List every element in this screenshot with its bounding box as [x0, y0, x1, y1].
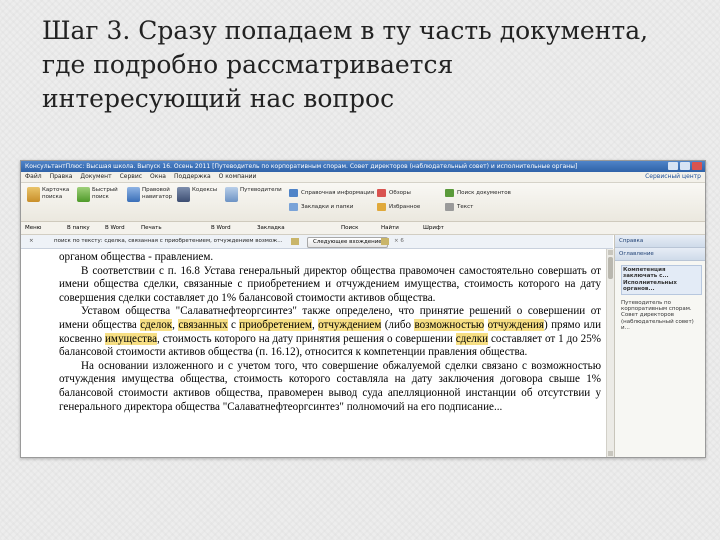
- search-card-icon: [27, 187, 40, 202]
- search-highlight: сделок: [140, 318, 173, 331]
- reference-info-label: Справочная информация: [301, 190, 375, 196]
- docbar-print-button[interactable]: Печать: [141, 222, 162, 234]
- text-run: органом общества - правлением.: [59, 251, 214, 263]
- quick-search-icon: [77, 187, 90, 202]
- menu-about[interactable]: О компании: [219, 172, 257, 182]
- search-highlight: сделки: [455, 332, 489, 345]
- document-paragraph: органом общества - правлением.: [59, 251, 601, 265]
- document-search-button[interactable]: Поиск документов: [445, 188, 511, 198]
- search-highlight: возможностью: [414, 318, 485, 331]
- window-title: КонсультантПлюс: Высшая школа. Выпуск 16…: [25, 163, 578, 170]
- docbar-export-button[interactable]: В Word: [211, 222, 231, 234]
- text-icon: [445, 203, 454, 211]
- guide-icon: [225, 187, 238, 202]
- right-panel: Справка Оглавление Компетенция заключать…: [614, 235, 705, 457]
- search-card-button[interactable]: Карточка поиска: [27, 187, 72, 202]
- text-label: Текст: [457, 204, 474, 210]
- legal-navigator-button[interactable]: Правовой навигатор: [127, 187, 172, 202]
- search-highlight: имущества: [105, 332, 158, 345]
- dictionary-label: Закладки и папки: [301, 204, 354, 210]
- search-icon: [445, 189, 454, 197]
- contents-list: Компетенция заключать с... Исполнительны…: [615, 261, 705, 332]
- text-run: В соответствии с п. 16.8 Устава генераль…: [59, 264, 601, 304]
- text-search-bar: × поиск по тексту: сделка, связанная с п…: [21, 235, 613, 249]
- codes-label: Кодексы: [192, 187, 218, 193]
- text-run: На основании изложенного и с учетом того…: [59, 359, 601, 413]
- quick-search-button[interactable]: Быстрый поиск: [77, 187, 122, 202]
- scroll-down-icon[interactable]: [608, 451, 613, 456]
- menu-document[interactable]: Документ: [80, 172, 111, 182]
- document-search-label: Поиск документов: [457, 190, 511, 196]
- favorites-button[interactable]: Избранное: [377, 202, 420, 212]
- reviews-button[interactable]: Обзоры: [377, 188, 411, 198]
- favorites-label: Избранное: [389, 204, 421, 210]
- book-icon: [177, 187, 190, 202]
- document-paragraph: Уставом общества "Салаватнефтеоргсинтез"…: [59, 305, 601, 359]
- text-run: , стоимость которого на дату принятия ре…: [157, 332, 456, 345]
- dictionary-button[interactable]: Закладки и папки: [289, 202, 353, 212]
- document-text[interactable]: органом общества - правлением. В соответс…: [21, 249, 605, 457]
- guides-button[interactable]: Путеводители: [225, 187, 285, 202]
- dictionary-icon: [289, 203, 298, 211]
- search-highlight: отчуждением: [318, 318, 382, 331]
- reference-info-button[interactable]: Справочная информация: [289, 188, 374, 198]
- menu-support[interactable]: Поддержка: [174, 172, 211, 182]
- scroll-thumb[interactable]: [608, 257, 613, 279]
- next-match-icon[interactable]: [381, 238, 389, 245]
- contents-entry[interactable]: Компетенция заключать с... Исполнительны…: [621, 265, 702, 295]
- document-paragraph: В соответствии с п. 16.8 Устава генераль…: [59, 265, 601, 306]
- close-search-button[interactable]: ×: [29, 235, 34, 248]
- window-titlebar: КонсультантПлюс: Высшая школа. Выпуск 16…: [21, 161, 705, 172]
- menu-bar: Файл Правка Документ Сервис Окна Поддерж…: [21, 172, 705, 183]
- tab-reference[interactable]: Справка: [615, 235, 705, 248]
- guides-label: Путеводители: [240, 187, 282, 193]
- slide-title: Шаг 3. Сразу попадаем в ту часть докумен…: [42, 16, 649, 113]
- maximize-icon[interactable]: [680, 162, 690, 170]
- search-card-label: Карточка поиска: [42, 187, 70, 200]
- search-highlight: отчуждения: [487, 318, 545, 331]
- info-icon: [289, 189, 298, 197]
- docbar-font-button[interactable]: Шрифт: [423, 222, 444, 234]
- document-scrollbar[interactable]: [606, 249, 614, 457]
- tab-contents[interactable]: Оглавление: [615, 248, 705, 261]
- document-toolbar: Меню В папку В Word Печать В Word Заклад…: [21, 222, 705, 235]
- window-controls: [668, 162, 702, 170]
- next-occurrence-button[interactable]: Следующее вхождение: [307, 237, 388, 248]
- main-toolbar: Карточка поиска Быстрый поиск Правовой н…: [21, 183, 705, 222]
- docbar-search-button[interactable]: Поиск: [341, 222, 358, 234]
- search-query[interactable]: поиск по тексту: сделка, связанная с при…: [54, 235, 299, 248]
- text-button[interactable]: Текст: [445, 202, 473, 212]
- docbar-word-button[interactable]: В Word: [105, 222, 125, 234]
- app-screenshot: КонсультантПлюс: Высшая школа. Выпуск 16…: [20, 160, 706, 458]
- reviews-icon: [377, 189, 386, 197]
- contents-entry[interactable]: Путеводитель по корпоративным спорам. Со…: [621, 300, 702, 332]
- docbar-folder-button[interactable]: В папку: [67, 222, 90, 234]
- menu-windows[interactable]: Окна: [150, 172, 166, 182]
- docbar-find-button[interactable]: Найти: [381, 222, 399, 234]
- text-run: с: [227, 318, 240, 331]
- menu-service[interactable]: Сервис: [120, 172, 142, 182]
- menu-edit[interactable]: Правка: [50, 172, 73, 182]
- match-count: × 6: [394, 238, 404, 244]
- menu-file[interactable]: Файл: [25, 172, 42, 182]
- text-run: (либо: [381, 318, 415, 331]
- close-icon[interactable]: [692, 162, 702, 170]
- previous-match-icon[interactable]: [291, 238, 299, 245]
- scroll-up-icon[interactable]: [608, 250, 613, 255]
- service-center-link[interactable]: Сервисный центр: [645, 172, 701, 182]
- quick-search-label: Быстрый поиск: [92, 187, 118, 200]
- star-icon: [377, 203, 386, 211]
- search-highlight: связанных: [178, 318, 228, 331]
- search-highlight: приобретением: [239, 318, 312, 331]
- docbar-bookmark-button[interactable]: Закладка: [257, 222, 285, 234]
- codes-button[interactable]: Кодексы: [177, 187, 222, 202]
- reviews-label: Обзоры: [389, 190, 411, 196]
- navigator-icon: [127, 187, 140, 202]
- minimize-icon[interactable]: [668, 162, 678, 170]
- docbar-menu-button[interactable]: Меню: [25, 222, 41, 234]
- legal-navigator-label: Правовой навигатор: [142, 187, 173, 200]
- document-paragraph: На основании изложенного и с учетом того…: [59, 360, 601, 414]
